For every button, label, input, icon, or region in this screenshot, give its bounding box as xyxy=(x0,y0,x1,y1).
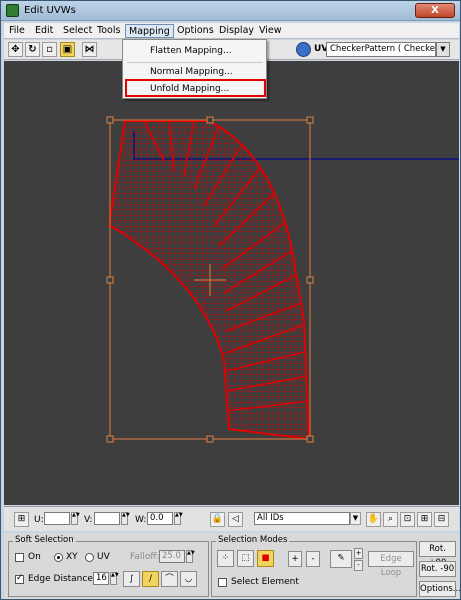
menu-display[interactable]: Display xyxy=(216,24,257,38)
u-field[interactable] xyxy=(44,512,70,525)
falloff-spinner[interactable]: ▲▼ xyxy=(186,550,195,563)
falloff-curve-3-icon[interactable]: ◡ xyxy=(180,571,197,587)
menu-tools[interactable]: Tools xyxy=(94,24,123,38)
v-spinner[interactable]: ▲▼ xyxy=(121,512,130,525)
options-button[interactable]: Options... xyxy=(419,581,461,597)
edge-distance-label: Edge Distance xyxy=(28,574,93,584)
xy-radio[interactable] xyxy=(54,553,63,562)
w-field[interactable]: 0.0 xyxy=(147,512,173,525)
falloff-curve-2-icon[interactable]: ⌒ xyxy=(161,571,178,587)
absolute-offset-icon[interactable]: ⊞ xyxy=(14,512,29,527)
vertex-mode-icon[interactable]: ⁘ xyxy=(217,550,234,567)
on-label: On xyxy=(28,552,41,562)
menu-separator xyxy=(127,62,263,63)
window-title: Edit UVWs xyxy=(24,5,76,16)
menu-bar: File Edit Select Tools Mapping Options D… xyxy=(4,23,459,39)
menu-unfold-mapping[interactable]: Unfold Mapping... xyxy=(125,79,266,97)
edge-distance-field[interactable]: 16 xyxy=(93,572,109,585)
pan-icon[interactable]: ✋ xyxy=(366,512,381,527)
menu-normal-mapping[interactable]: Normal Mapping... xyxy=(127,64,263,80)
menu-view[interactable]: View xyxy=(256,24,285,38)
falloff-field[interactable]: 25.0 xyxy=(159,550,185,563)
menu-edit[interactable]: Edit xyxy=(32,24,56,38)
menu-flatten-mapping[interactable]: Flatten Mapping... xyxy=(127,43,263,59)
menu-options[interactable]: Options xyxy=(174,24,217,38)
face-mode-icon[interactable]: ■ xyxy=(257,550,274,567)
xy-label: XY xyxy=(66,552,78,562)
mirror-icon[interactable]: ⋈ xyxy=(82,42,97,57)
w-label: W: xyxy=(135,515,147,525)
soft-selection-title: Soft Selection xyxy=(13,535,76,545)
paint-minus-button[interactable]: - xyxy=(354,560,363,571)
shrink-selection-button[interactable]: - xyxy=(306,551,320,567)
select-element-checkbox[interactable] xyxy=(218,578,227,587)
uv-radio-label: UV xyxy=(97,552,110,562)
uv-texture-icon[interactable] xyxy=(296,42,311,57)
falloff-label: Falloff: xyxy=(130,552,160,562)
grow-selection-button[interactable]: + xyxy=(288,551,302,567)
scale-icon[interactable]: ▫ xyxy=(42,42,57,57)
menu-file[interactable]: File xyxy=(6,24,28,38)
freeform-icon[interactable]: ▣ xyxy=(60,42,75,57)
uv-canvas[interactable] xyxy=(4,61,459,505)
mapping-dropdown: Flatten Mapping... Normal Mapping... Unf… xyxy=(122,39,267,99)
chevron-down-icon[interactable]: ▼ xyxy=(436,42,450,57)
zoom-icon[interactable]: ⌕ xyxy=(383,512,398,527)
uv-radio[interactable] xyxy=(85,553,94,562)
edge-distance-spinner[interactable]: ▲▼ xyxy=(110,572,119,585)
v-field[interactable] xyxy=(94,512,120,525)
edge-mode-icon[interactable]: ⬚ xyxy=(237,550,254,567)
ids-select[interactable]: All IDs xyxy=(254,512,350,525)
w-spinner[interactable]: ▲▼ xyxy=(174,512,183,525)
app-icon xyxy=(6,4,19,17)
u-label: U: xyxy=(34,515,44,525)
uv-mesh xyxy=(109,121,309,439)
lock-icon[interactable]: 🔒 xyxy=(210,512,225,527)
menu-select[interactable]: Select xyxy=(60,24,95,38)
soft-selection-group: Soft Selection On XY UV Falloff: 25.0 ▲▼… xyxy=(8,535,209,597)
edge-distance-checkbox[interactable]: ✓ xyxy=(15,573,24,584)
select-element-label: Select Element xyxy=(231,577,299,587)
paint-select-icon[interactable]: ✎ xyxy=(330,550,352,568)
rot-plus-90-button[interactable]: Rot. +90 xyxy=(419,541,456,568)
paint-plus-button[interactable]: + xyxy=(354,548,363,559)
uv-viewport[interactable] xyxy=(4,61,459,505)
close-button[interactable]: X xyxy=(415,3,455,18)
chevron-down-icon[interactable]: ▼ xyxy=(350,512,361,525)
zoom-extents-icon[interactable]: ⊞ xyxy=(417,512,432,527)
menu-mapping[interactable]: Mapping xyxy=(125,24,174,38)
edit-uvws-window: Edit UVWs X File Edit Select Tools Mappi… xyxy=(0,0,461,600)
selection-modes-title: Selection Modes xyxy=(216,535,290,545)
u-spinner[interactable]: ▲▼ xyxy=(71,512,80,525)
falloff-linear-icon[interactable]: / xyxy=(142,571,159,587)
filter-icon[interactable]: ◁ xyxy=(228,512,243,527)
status-bar: ⊞ U: ▲▼ V: ▲▼ W: 0.0 ▲▼ 🔒 ◁ All IDs ▼ ✋ … xyxy=(4,506,459,531)
title-bar: Edit UVWs X xyxy=(1,1,460,21)
rot-minus-90-button[interactable]: Rot. -90 xyxy=(419,561,456,577)
falloff-curve-1-icon[interactable]: ∫ xyxy=(123,571,140,587)
bottom-panel: Soft Selection On XY UV Falloff: 25.0 ▲▼… xyxy=(4,533,461,599)
selection-modes-group: Selection Modes ⁘ ⬚ ■ + - ✎ + - Edge Loo… xyxy=(211,535,417,597)
edge-loop-button[interactable]: Edge Loop xyxy=(368,551,414,578)
texture-select[interactable]: CheckerPattern ( Checker ) xyxy=(326,42,436,57)
zoom-selected-icon[interactable]: ⊟ xyxy=(434,512,449,527)
rotate-icon[interactable]: ↻ xyxy=(25,42,40,57)
v-label: V: xyxy=(84,515,93,525)
soft-selection-on-checkbox[interactable] xyxy=(15,553,24,562)
zoom-region-icon[interactable]: ⊡ xyxy=(400,512,415,527)
move-icon[interactable]: ✥ xyxy=(8,42,23,57)
